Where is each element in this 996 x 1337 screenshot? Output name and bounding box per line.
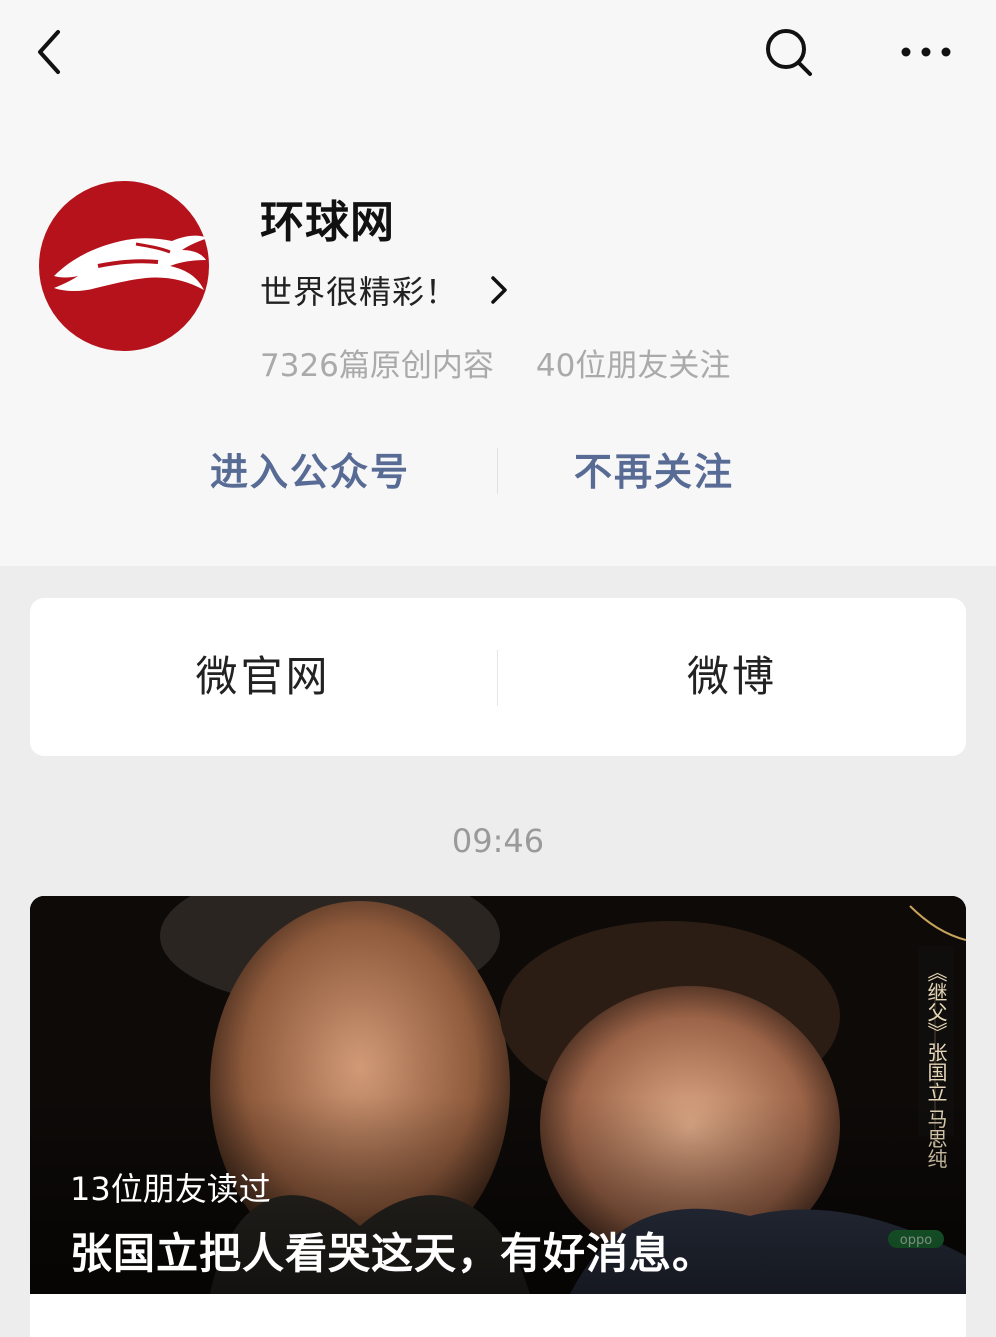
more-dots-icon [901, 47, 951, 57]
original-count: 7326篇原创内容 [260, 348, 494, 384]
account-avatar [38, 180, 210, 352]
article-title: 张国立把人看哭这天，有好消息。 [70, 1229, 716, 1278]
back-button[interactable] [28, 22, 78, 82]
account-stats: 7326篇原创内容 40位朋友关注 [260, 340, 731, 384]
chevron-right-icon [491, 276, 507, 304]
account-actions: 进入公众号 不再关注 [0, 440, 996, 504]
article-cover-image: 《继父》张国立 马思纯 oppo 13位朋友读过 张国立把人看哭这天，有好消息。 [30, 896, 966, 1294]
account-header: 环球网 世界很精彩！ 7326篇原创内容 40位朋友关注 进入公众号 不再关注 [0, 0, 996, 566]
search-button[interactable] [758, 22, 818, 82]
friends-following: 40位朋友关注 [535, 348, 731, 384]
weibo-link[interactable]: 微博 [498, 598, 966, 756]
chevron-left-icon [38, 30, 60, 74]
message-time: 09:46 [451, 822, 545, 860]
more-button[interactable] [896, 30, 956, 74]
unfollow-button[interactable]: 不再关注 [574, 440, 734, 504]
official-site-link[interactable]: 微官网 [30, 598, 496, 756]
intro-text: 世界很精彩！ [260, 273, 459, 311]
friends-read-count: 13位朋友读过 [70, 1170, 271, 1208]
article-card[interactable]: 《继父》张国立 马思纯 oppo 13位朋友读过 张国立把人看哭这天，有好消息。 [30, 896, 966, 1337]
huanqiu-logo-icon [39, 181, 209, 351]
action-divider [497, 448, 498, 494]
account-name: 环球网 [260, 197, 395, 248]
enter-account-button[interactable]: 进入公众号 [210, 440, 410, 504]
links-card: 微官网 微博 [30, 598, 966, 756]
account-intro[interactable]: 世界很精彩！ [260, 268, 510, 312]
search-icon [766, 29, 812, 76]
